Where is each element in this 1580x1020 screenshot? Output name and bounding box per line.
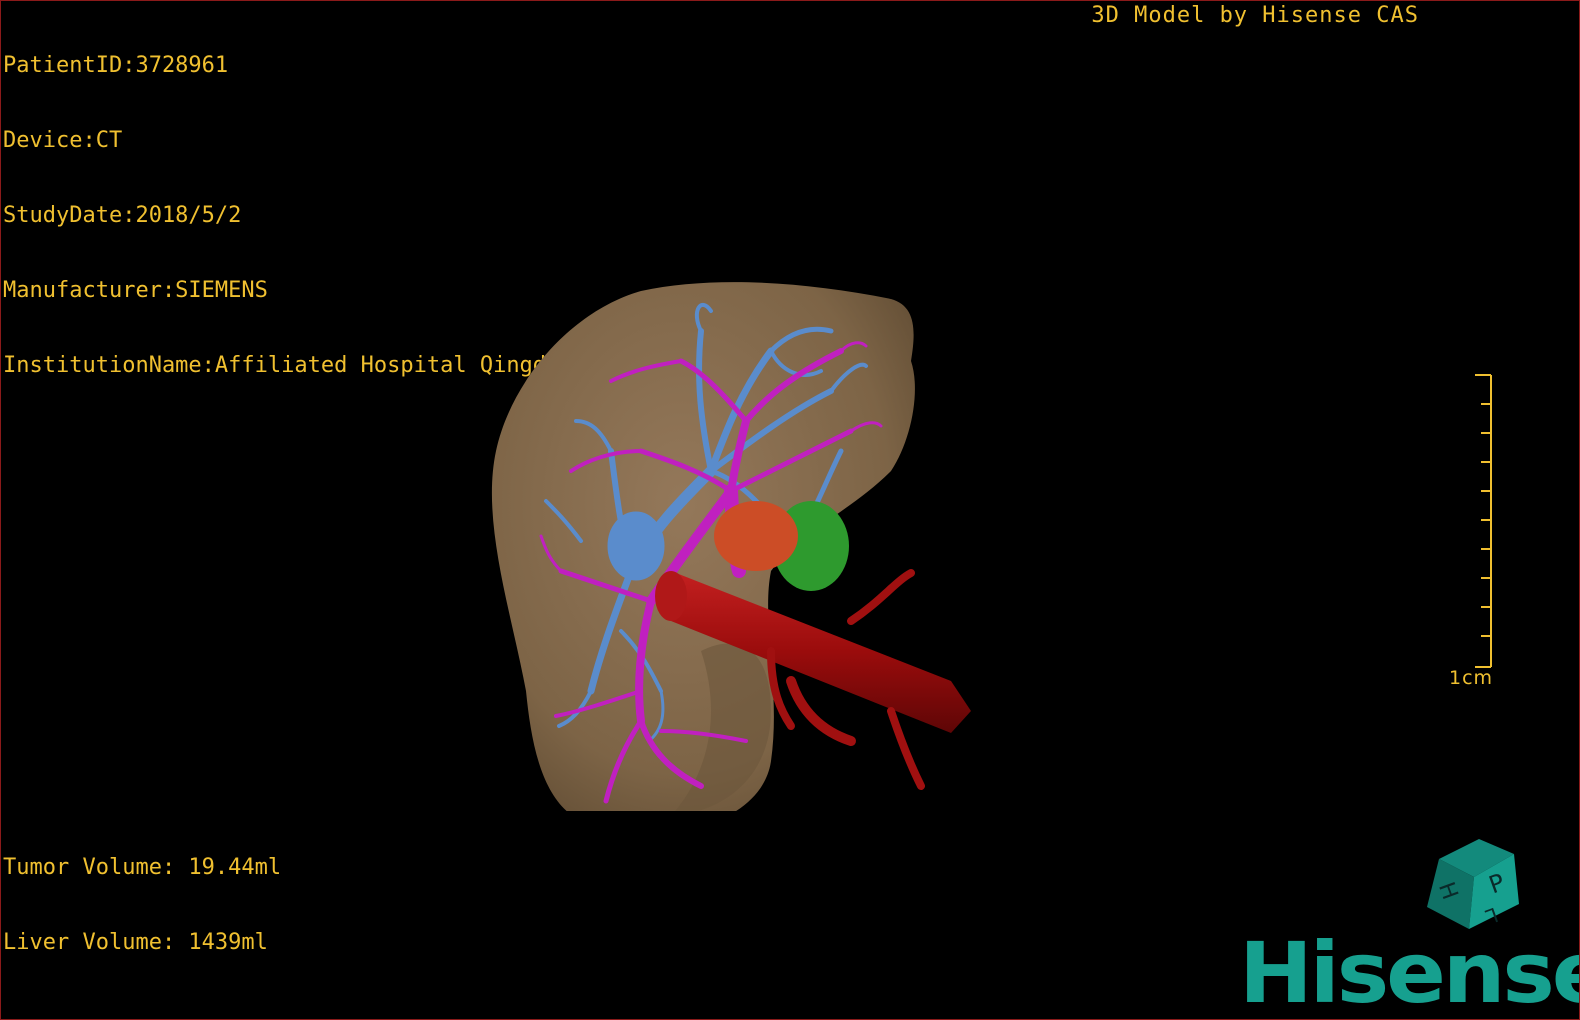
- volume-overlay: Tumor Volume: 19.44ml Liver Volume: 1439…: [3, 805, 281, 1005]
- study-date: StudyDate:2018/5/2: [3, 203, 242, 228]
- patient-id: PatientID:3728961: [3, 53, 229, 78]
- orientation-cube[interactable]: P H L: [1419, 829, 1529, 939]
- device: Device:CT: [3, 128, 123, 153]
- liver-volume: Liver Volume: 1439ml: [3, 930, 268, 955]
- tumor: [714, 501, 798, 571]
- hisense-logo: Hisense: [1239, 924, 1580, 1020]
- tumor-volume: Tumor Volume: 19.44ml: [3, 855, 282, 880]
- 3d-viewport[interactable]: PatientID:3728961 Device:CT StudyDate:20…: [0, 0, 1580, 1020]
- scale-label: 1cm: [1449, 667, 1494, 689]
- scale-bar: 1cm: [1449, 373, 1509, 693]
- model-credit: 3D Model by Hisense CAS: [1091, 3, 1419, 28]
- liver-3d-model[interactable]: [471, 271, 1001, 811]
- liver-surface: [491, 282, 915, 811]
- scale-ruler: [1475, 374, 1492, 668]
